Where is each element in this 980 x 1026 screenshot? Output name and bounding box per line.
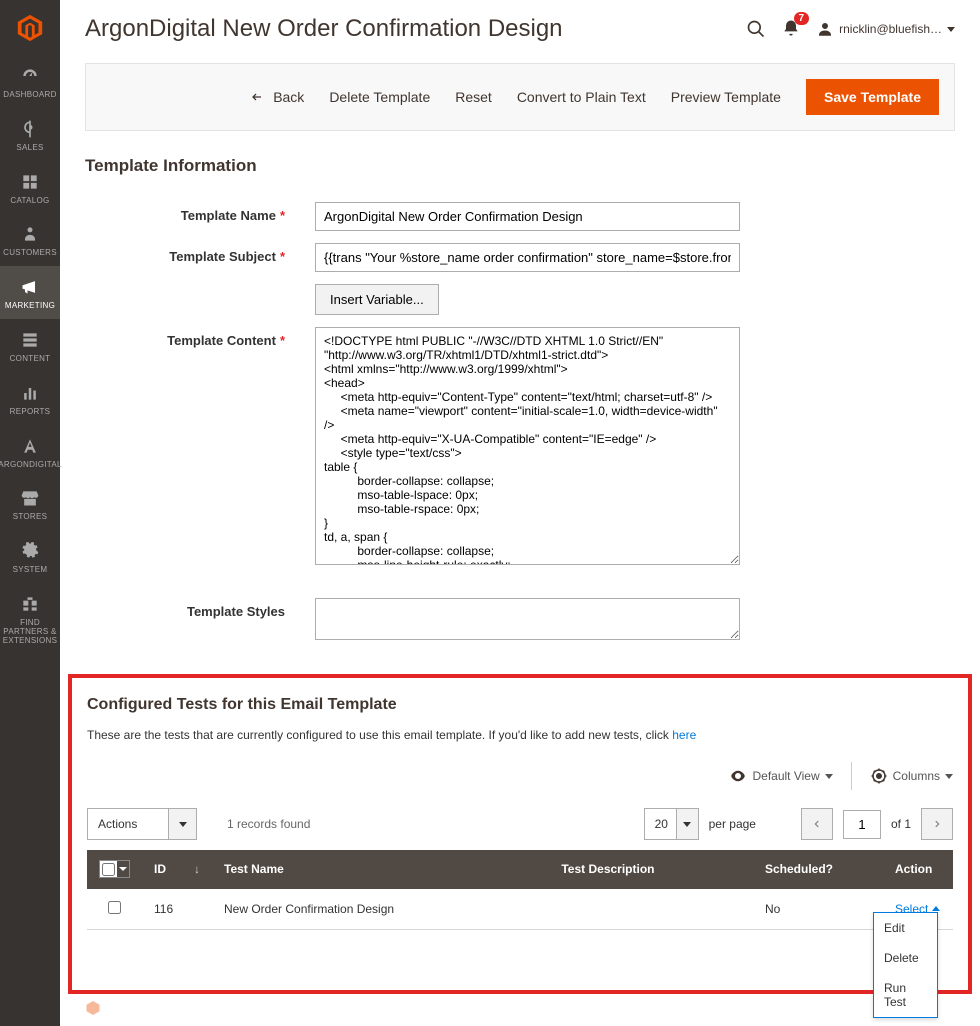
chevron-down-icon: [179, 822, 187, 827]
sidebar-item-marketing[interactable]: MARKETING: [0, 266, 60, 319]
page-number-input[interactable]: [843, 810, 881, 839]
username: rnicklin@bluefish…: [839, 22, 942, 36]
sidebar-item-argondigital[interactable]: ARGONDIGITAL: [0, 425, 60, 478]
partners-icon: [19, 593, 41, 615]
search-icon[interactable]: [746, 19, 766, 39]
template-content-textarea[interactable]: [315, 327, 740, 565]
template-styles-textarea[interactable]: [315, 598, 740, 640]
chevron-down-icon: [825, 774, 833, 779]
sidebar-item-dashboard[interactable]: DASHBOARD: [0, 55, 60, 108]
add-tests-link[interactable]: here: [672, 728, 696, 742]
notifications-button[interactable]: 7: [781, 18, 801, 41]
chevron-down-icon: [947, 27, 955, 32]
chevron-up-icon: [932, 906, 940, 911]
reset-button[interactable]: Reset: [455, 89, 492, 105]
action-menu-edit[interactable]: Edit: [874, 913, 937, 943]
magento-logo[interactable]: [0, 0, 60, 55]
account-dropdown[interactable]: rnicklin@bluefish…: [816, 20, 955, 38]
actions-dropdown[interactable]: Actions: [87, 808, 197, 840]
col-test-description[interactable]: Test Description: [549, 850, 753, 889]
template-info-heading: Template Information: [60, 156, 980, 196]
col-id[interactable]: ID↓: [142, 850, 212, 889]
sidebar-item-system[interactable]: SYSTEM: [0, 530, 60, 583]
next-page-button[interactable]: [921, 808, 953, 840]
argon-icon: [19, 435, 41, 457]
sidebar-item-sales[interactable]: SALES: [0, 108, 60, 161]
marketing-icon: [19, 276, 41, 298]
configured-tests-heading: Configured Tests for this Email Template: [87, 696, 953, 714]
sidebar-item-partners[interactable]: FIND PARTNERS & EXTENSIONS: [0, 583, 60, 653]
customers-icon: [19, 223, 41, 245]
action-menu-delete[interactable]: Delete: [874, 943, 937, 973]
sidebar-item-content[interactable]: CONTENT: [0, 319, 60, 372]
page-header: ArgonDigital New Order Confirmation Desi…: [60, 0, 980, 53]
page-size-select[interactable]: 20: [644, 808, 699, 840]
table-row: 116 New Order Confirmation Design No Sel…: [87, 889, 953, 930]
stores-icon: [19, 487, 41, 509]
footer: [60, 990, 980, 1026]
template-subject-input[interactable]: [315, 243, 740, 272]
content-icon: [19, 329, 41, 351]
sales-icon: [19, 118, 41, 140]
chevron-down-icon: [945, 774, 953, 779]
sidebar-item-reports[interactable]: REPORTS: [0, 372, 60, 425]
col-action: Action: [883, 850, 953, 889]
columns-dropdown[interactable]: Columns: [870, 767, 953, 785]
row-action-menu: Edit Delete Run Test: [873, 912, 938, 1018]
insert-variable-button[interactable]: Insert Variable...: [315, 284, 439, 315]
configured-tests-section: Configured Tests for this Email Template…: [68, 674, 972, 994]
row-checkbox[interactable]: [108, 901, 121, 914]
cell-scheduled: No: [753, 889, 883, 930]
action-menu-run-test[interactable]: Run Test: [874, 973, 937, 1017]
system-icon: [19, 540, 41, 562]
page-title: ArgonDigital New Order Confirmation Desi…: [85, 15, 746, 43]
catalog-icon: [19, 171, 41, 193]
of-pages-label: of 1: [891, 817, 911, 831]
configured-tests-description: These are the tests that are currently c…: [87, 728, 953, 742]
cell-test-description: [549, 889, 753, 930]
select-all-header[interactable]: [87, 850, 142, 889]
per-page-label: per page: [709, 817, 756, 831]
delete-template-button[interactable]: Delete Template: [329, 89, 430, 105]
template-content-label: Template Content*: [85, 327, 315, 348]
chevron-down-icon: [119, 867, 127, 871]
template-name-input[interactable]: [315, 202, 740, 231]
template-styles-label: Template Styles: [85, 598, 315, 619]
reports-icon: [19, 382, 41, 404]
prev-page-button[interactable]: [801, 808, 833, 840]
sidebar-item-catalog[interactable]: CATALOG: [0, 161, 60, 214]
preview-template-button[interactable]: Preview Template: [671, 89, 781, 105]
chevron-down-icon: [683, 822, 691, 827]
save-template-button[interactable]: Save Template: [806, 79, 939, 115]
default-view-dropdown[interactable]: Default View: [729, 767, 832, 785]
sidebar-item-stores[interactable]: STORES: [0, 477, 60, 530]
template-subject-label: Template Subject*: [85, 243, 315, 264]
sidebar-item-customers[interactable]: CUSTOMERS: [0, 213, 60, 266]
convert-plain-text-button[interactable]: Convert to Plain Text: [517, 89, 646, 105]
action-toolbar: Back Delete Template Reset Convert to Pl…: [85, 63, 955, 131]
template-name-label: Template Name*: [85, 202, 315, 223]
dashboard-icon: [19, 65, 41, 87]
col-test-name[interactable]: Test Name: [212, 850, 549, 889]
back-button[interactable]: Back: [249, 89, 304, 105]
tests-grid: ID↓ Test Name Test Description Scheduled…: [87, 850, 953, 930]
admin-sidebar: DASHBOARD SALES CATALOG CUSTOMERS MARKET…: [0, 0, 60, 1026]
records-found-label: 1 records found: [227, 817, 634, 831]
notification-badge: 7: [794, 12, 810, 25]
col-scheduled[interactable]: Scheduled?: [753, 850, 883, 889]
cell-test-name: New Order Confirmation Design: [212, 889, 549, 930]
cell-id: 116: [142, 889, 212, 930]
